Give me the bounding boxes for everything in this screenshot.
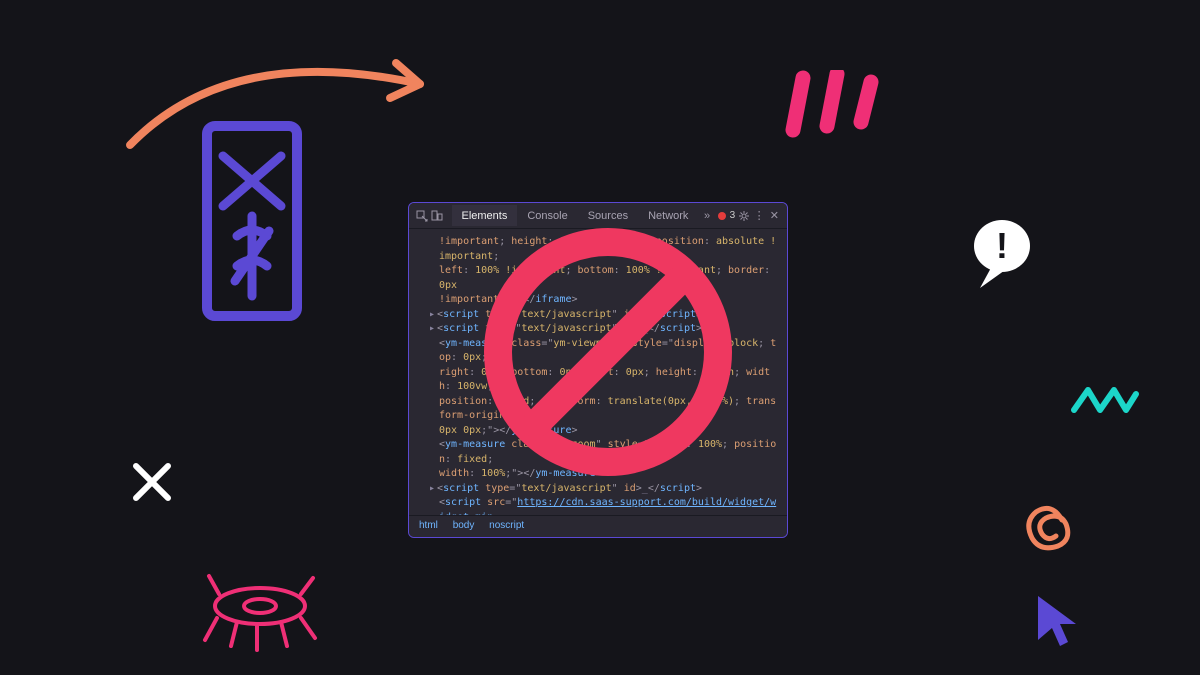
prohibited-icon	[480, 224, 736, 480]
error-badge[interactable]: 3	[718, 210, 736, 221]
device-toggle-icon[interactable]	[430, 208, 443, 224]
crumb-html[interactable]: html	[419, 520, 438, 531]
swirl-icon	[1018, 496, 1074, 556]
pink-marks-icon	[785, 70, 885, 140]
devtools-tabs: Elements Console Sources Network	[452, 205, 699, 226]
speech-bubble-icon: !	[968, 216, 1038, 292]
tab-sources[interactable]: Sources	[578, 205, 638, 226]
crumb-body[interactable]: body	[453, 520, 475, 531]
inspect-icon[interactable]	[415, 208, 428, 224]
white-x-icon	[130, 460, 174, 504]
code-line[interactable]: ▸<script type="text/javascript" id>_</sc…	[419, 482, 777, 497]
gear-icon[interactable]	[737, 208, 750, 224]
ticket-doodle-icon	[197, 116, 307, 326]
kebab-icon[interactable]: ⋮	[752, 208, 765, 224]
more-tabs-icon[interactable]: »	[700, 208, 713, 224]
svg-text:!: !	[996, 225, 1008, 266]
breadcrumbs[interactable]: html body noscript	[409, 515, 787, 537]
tab-console[interactable]: Console	[517, 205, 577, 226]
close-icon[interactable]: ✕	[768, 208, 781, 224]
tab-network[interactable]: Network	[638, 205, 698, 226]
crumb-noscript[interactable]: noscript	[489, 520, 524, 531]
error-dot-icon	[718, 212, 726, 220]
code-line[interactable]: <script src="https://cdn.saas-support.co…	[419, 496, 777, 515]
zigzag-icon	[1070, 380, 1140, 420]
cursor-icon	[1030, 590, 1080, 650]
error-count: 3	[730, 210, 736, 221]
bug-doodle-icon	[195, 566, 325, 656]
tab-elements[interactable]: Elements	[452, 205, 518, 226]
